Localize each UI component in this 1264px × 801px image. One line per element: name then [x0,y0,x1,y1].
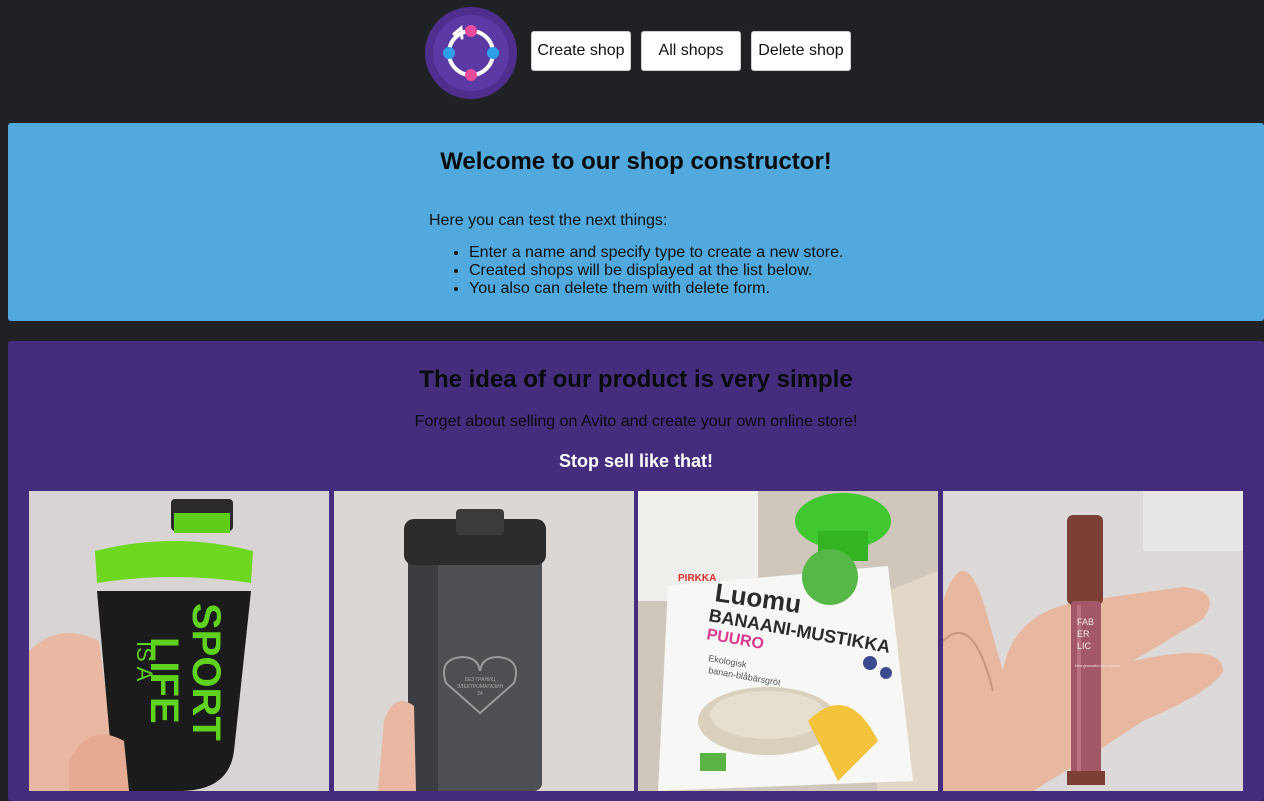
welcome-panel: Welcome to our shop constructor! Here yo… [8,123,1264,321]
idea-title: The idea of our product is very simple [419,366,853,393]
welcome-intro: Here you can test the next things: [429,212,668,229]
pouch-text-1: PIRKKA [678,573,716,584]
stop-sell-heading: Stop sell like that! [558,451,714,471]
welcome-title: Welcome to our shop constructor! [440,148,832,175]
lipstick-text-4: New generation liquid lipstick [1075,664,1120,668]
list-item: Enter a name and specify type to create … [469,244,843,262]
feature-list: Enter a name and specify type to create … [429,244,843,298]
create-shop-button[interactable]: Create shop [531,31,631,71]
idea-panel: The idea of our product is very simple F… [8,341,1264,801]
lipstick-text-3: LIC [1077,641,1092,651]
list-item: Created shops will be displayed at the l… [469,262,843,280]
lipstick-text-2: ER [1077,629,1090,639]
list-item: You also can delete them with delete for… [469,280,843,298]
shaker-bottle-photo: IS A LIFE SPORT [29,491,329,791]
all-shops-button[interactable]: All shops [641,31,741,71]
lipstick-text-1: FAB [1077,617,1094,627]
idea-tagline: Forget about selling on Avito and create… [414,413,858,430]
lip-gloss-photo: FAB ER LIC New generation liquid lipstic… [943,491,1243,791]
bottle-text-2: LIFE [142,637,186,724]
mug-text-1: БЕЗ ГРАНИЦ [465,677,496,683]
top-navigation: Create shop All shops Delete shop [0,0,1264,112]
mug-text-2: ЭЛЕКТРОМАГАЗИН [457,684,504,690]
delete-shop-button[interactable]: Delete shop [751,31,851,71]
baby-food-pouch-photo: PIRKKA Luomu BANAANI-MUSTIKKA PUURO Ekol… [638,491,938,791]
mug-text-3: 24 [477,691,483,697]
shop-cycle-logo-icon[interactable] [424,6,518,100]
bottle-text-3: SPORT [184,603,228,741]
travel-mug-photo: БЕЗ ГРАНИЦ ЭЛЕКТРОМАГАЗИН 24 [334,491,634,791]
